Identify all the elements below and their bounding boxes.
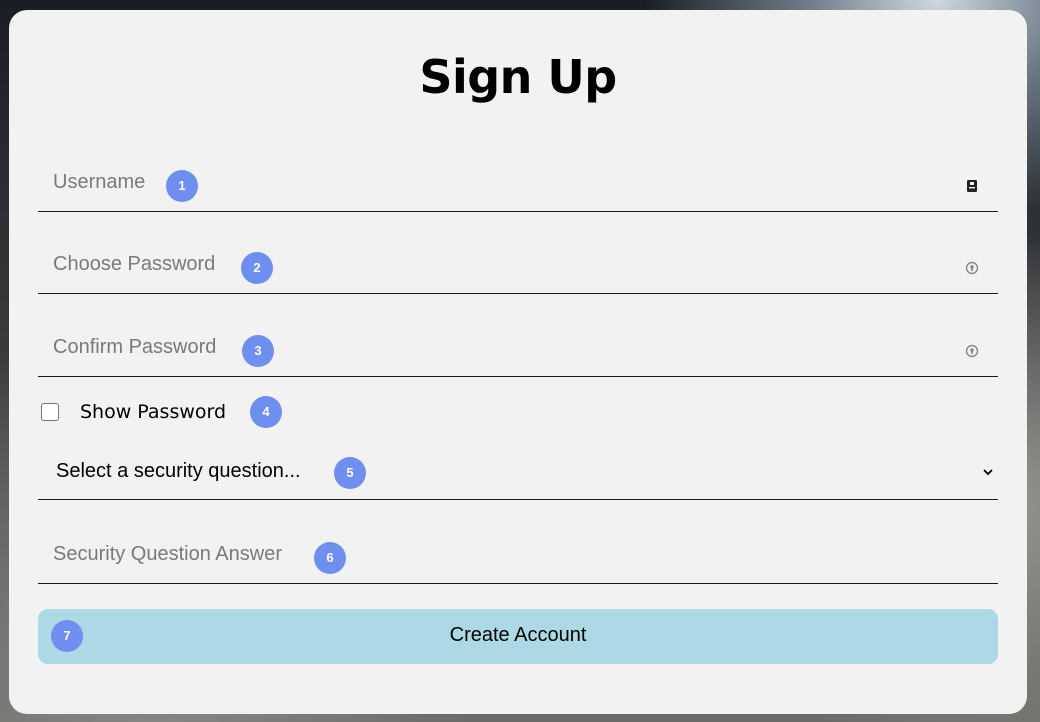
- security-answer-placeholder: Security Question Answer: [53, 543, 282, 565]
- choose-password-field[interactable]: Choose Password 2: [38, 241, 998, 294]
- username-placeholder: Username: [53, 171, 146, 193]
- security-question-select[interactable]: Select a security question... 5: [38, 447, 998, 500]
- security-answer-field[interactable]: Security Question Answer 6: [38, 531, 998, 584]
- security-question-selected: Select a security question...: [56, 460, 301, 482]
- step-badge-6: 6: [314, 542, 346, 574]
- page-title: Sign Up: [419, 50, 617, 104]
- step-badge-5: 5: [334, 457, 366, 489]
- signup-card: Sign Up Username 1 Choose Password 2 Con…: [9, 10, 1027, 714]
- show-password-label[interactable]: Show Password: [80, 401, 226, 423]
- chevron-down-icon[interactable]: [982, 467, 994, 477]
- confirm-password-placeholder: Confirm Password: [53, 336, 217, 358]
- show-password-checkbox[interactable]: [41, 403, 59, 421]
- lock-icon: [965, 261, 979, 275]
- username-field[interactable]: Username 1: [38, 159, 998, 212]
- show-password-row[interactable]: Show Password 4: [41, 396, 441, 428]
- confirm-password-field[interactable]: Confirm Password 3: [38, 324, 998, 377]
- step-badge-1: 1: [166, 170, 198, 202]
- create-account-button[interactable]: 7 Create Account: [38, 609, 998, 664]
- step-badge-4: 4: [250, 396, 282, 428]
- step-badge-3: 3: [242, 335, 274, 367]
- step-badge-2: 2: [241, 252, 273, 284]
- id-card-icon: [967, 180, 977, 192]
- lock-icon: [965, 344, 979, 358]
- create-account-label: Create Account: [449, 624, 587, 646]
- choose-password-placeholder: Choose Password: [53, 253, 216, 275]
